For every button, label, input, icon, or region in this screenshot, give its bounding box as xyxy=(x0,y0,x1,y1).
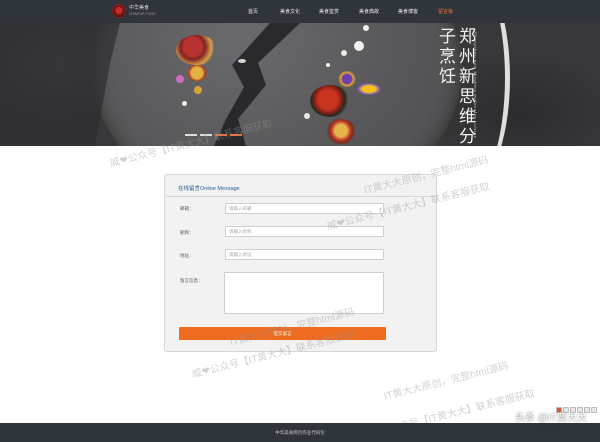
main-nav: 首页 美食文化 美食鉴赏 美食典故 美食博客 留言板 xyxy=(0,0,600,23)
top-header: 中华美食 CHINESE FOOD 首页 美食文化 美食鉴赏 美食典故 美食博客… xyxy=(0,0,600,23)
submit-message-button[interactable]: 提交留言 xyxy=(179,327,386,340)
nav-item-food-culture[interactable]: 美食文化 xyxy=(280,8,300,15)
slider-dot[interactable] xyxy=(230,134,242,136)
form-title: 在线留言Online Message xyxy=(178,186,240,192)
message-form-card xyxy=(164,174,437,352)
nav-item-home[interactable]: 首页 xyxy=(248,8,258,15)
nav-item-food-blog[interactable]: 美食博客 xyxy=(398,8,418,15)
nickname-label: 昵称： xyxy=(180,230,194,235)
form-divider xyxy=(166,196,435,197)
slider-dot[interactable] xyxy=(185,134,197,136)
nav-item-message-board[interactable]: 留言板 xyxy=(438,8,453,15)
message-label: 留言信息： xyxy=(180,278,203,283)
toolbar-icon[interactable] xyxy=(591,407,597,413)
banner-calligraphy: 郑州新思维分子烹饪 xyxy=(435,27,475,146)
nav-item-food-allusions[interactable]: 美食典故 xyxy=(359,8,379,15)
nav-item-food-appreciation[interactable]: 美食鉴赏 xyxy=(319,8,339,15)
page-footer: 中华美食网页作业代码包 xyxy=(0,423,600,442)
slider-dot[interactable] xyxy=(200,134,212,136)
message-textarea[interactable] xyxy=(224,272,384,314)
watermark-text: IT黄大大原创，完整html源码 xyxy=(382,360,510,403)
corner-watermark: 头条 @IT黄大大 xyxy=(504,409,587,424)
nickname-field[interactable] xyxy=(225,226,384,237)
toutiao-icon xyxy=(504,413,513,422)
slider-dot[interactable] xyxy=(215,134,227,136)
plate-shadow-decoration xyxy=(0,23,300,146)
slider-pagination xyxy=(185,134,242,136)
food-garnish-image xyxy=(176,35,218,65)
address-field[interactable] xyxy=(225,249,384,260)
address-label: 地址： xyxy=(180,253,194,258)
email-label: 邮箱： xyxy=(180,206,194,211)
banner-subtitle: Zhengzhou new thinking molecular cuisine xyxy=(473,31,478,139)
footer-copyright: 中华美食网页作业代码包 xyxy=(275,430,325,435)
hero-banner: 郑州新思维分子烹饪 Zhengzhou new thinking molecul… xyxy=(0,23,600,146)
email-field[interactable] xyxy=(225,203,384,214)
